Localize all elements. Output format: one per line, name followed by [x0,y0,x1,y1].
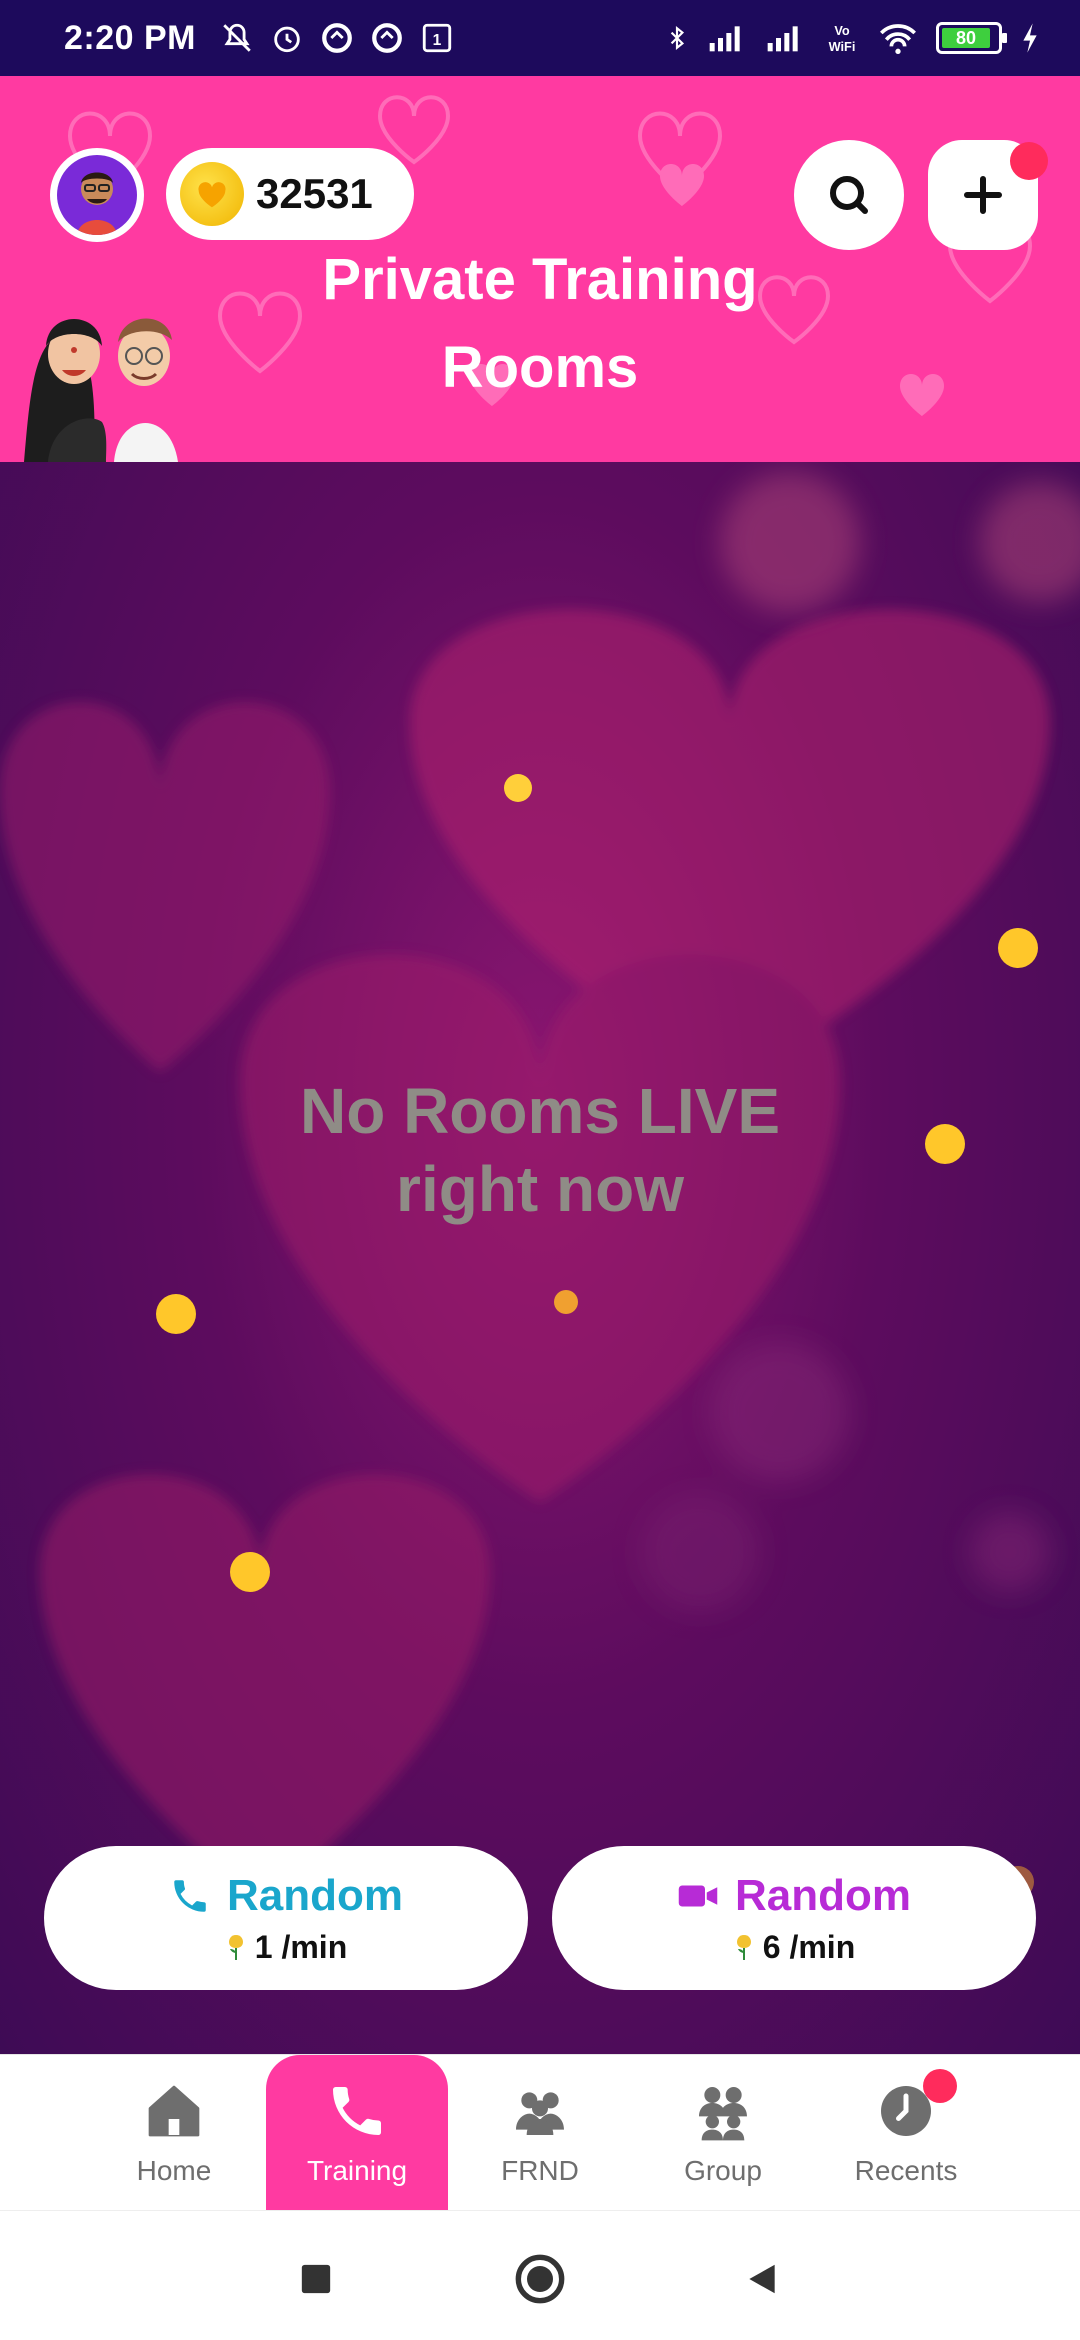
nav-recents[interactable]: Recents [815,2055,997,2211]
charging-icon [1023,23,1037,53]
vowifi-icon: VoWiFi [829,23,856,54]
plus-icon [964,176,1002,214]
svg-text:1: 1 [433,32,442,49]
alarm-icon [274,26,300,53]
couple-mascot-image [24,318,178,462]
nav-home[interactable]: Home [83,2055,265,2211]
status-icons-left: 1 [220,21,454,55]
signal-icon [709,26,740,52]
random-video-call-button[interactable]: Random 6 /min [552,1846,1036,1990]
phone-icon [333,2087,381,2135]
coins-value: 32531 [256,170,373,217]
mute-bell-icon [223,23,251,52]
svg-text:Vo: Vo [834,23,850,38]
nav-frnd[interactable]: FRND [449,2055,631,2211]
nav-frnd-label: FRND [501,2155,579,2186]
search-icon [830,176,868,214]
phone-icon [174,1879,206,1912]
empty-state-line1: No Rooms LIVE [299,1075,781,1147]
bluetooth-icon [670,25,685,51]
recents-notification-dot [923,2069,957,2103]
coin-icon [180,162,244,226]
nav-training[interactable]: Training [266,2055,448,2211]
page-title-line1: Private Training [322,247,758,312]
rooms-area: No Rooms LIVE right now Random 1 /min Ra… [0,462,1080,2054]
rose-icon [736,1935,751,1960]
battery-level: 80 [942,28,990,48]
recents-square-button[interactable] [288,2251,344,2307]
bottom-nav: Home Training FRND Group Recents [0,2054,1080,2211]
empty-state-message: No Rooms LIVE right now [240,1072,840,1228]
back-triangle-button[interactable] [734,2251,790,2307]
header: 32531 Private Training Rooms [0,76,1080,462]
random-voice-rate: 1 /min [254,1928,348,1965]
system-nav-bar [0,2210,1080,2340]
home-circle-button[interactable] [512,2251,568,2307]
random-voice-call-button[interactable]: Random 1 /min [44,1846,528,1990]
status-time: 2:20 PM [64,18,196,57]
random-video-label: Random [735,1870,911,1920]
svg-text:WiFi: WiFi [829,39,856,54]
data-saver-icon [322,23,352,53]
hearts-background-decoration [0,472,1080,1902]
signal-icon [767,26,798,52]
page-title: Private Training Rooms [280,236,800,412]
nav-recents-label: Recents [854,2155,958,2186]
nav-training-label: Training [306,2155,408,2186]
friends-icon [516,2092,564,2135]
wifi-icon [880,24,916,54]
random-video-rate: 6 /min [762,1928,856,1965]
search-button[interactable] [794,140,904,250]
notification-dot [1010,142,1048,180]
nav-group[interactable]: Group [632,2055,814,2211]
nav-home-label: Home [136,2155,212,2186]
nav-group-label: Group [684,2155,762,2186]
group-icon [699,2087,747,2141]
status-icons-right: Vo WiFi 80 [664,21,1040,55]
back-triangle-icon [749,2264,775,2294]
video-camera-icon [678,1885,718,1906]
rose-icon [228,1935,243,1960]
profile-avatar[interactable] [50,148,144,242]
home-circle-icon [515,2254,565,2304]
status-bar: 2:20 PM 1 Vo WiFi 80 [0,0,1080,76]
data-saver-icon [372,23,402,53]
random-voice-label: Random [227,1870,403,1920]
notification-1-icon: 1 [422,23,452,53]
empty-state-line2: right now [396,1153,684,1225]
coins-balance[interactable]: 32531 [166,148,414,240]
recents-square-icon [301,2264,331,2294]
page-title-line2: Rooms [441,335,639,400]
home-icon [148,2085,200,2137]
battery-icon: 80 [936,22,1007,54]
